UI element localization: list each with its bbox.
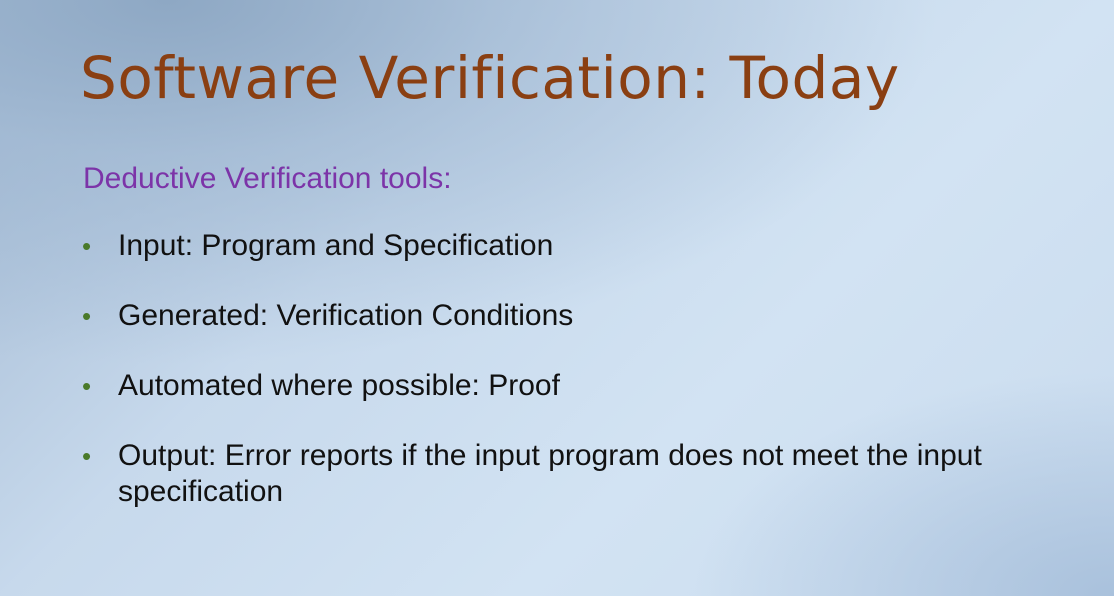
bullet-marker-icon: • (82, 441, 92, 471)
bullet-item: • Output: Error reports if the input pro… (78, 438, 1108, 510)
bullet-marker-icon: • (82, 231, 92, 261)
bullet-item: • Generated: Verification Conditions (78, 298, 1108, 334)
bullet-text: Output: Error reports if the input progr… (118, 439, 982, 508)
slide-subheading: Deductive Verification tools: (83, 162, 452, 195)
bullet-marker-icon: • (82, 371, 92, 401)
bullet-marker-icon: • (82, 301, 92, 331)
slide: Software Verification: Today Deductive V… (0, 0, 1114, 596)
bullet-text: Automated where possible: Proof (118, 369, 560, 402)
slide-title: Software Verification: Today (80, 44, 900, 112)
bullet-item: • Input: Program and Specification (78, 228, 1108, 264)
bullet-item: • Automated where possible: Proof (78, 368, 1108, 404)
bullet-text: Input: Program and Specification (118, 229, 554, 262)
bullet-text: Generated: Verification Conditions (118, 299, 574, 332)
bullet-list: • Input: Program and Specification • Gen… (78, 228, 1108, 544)
